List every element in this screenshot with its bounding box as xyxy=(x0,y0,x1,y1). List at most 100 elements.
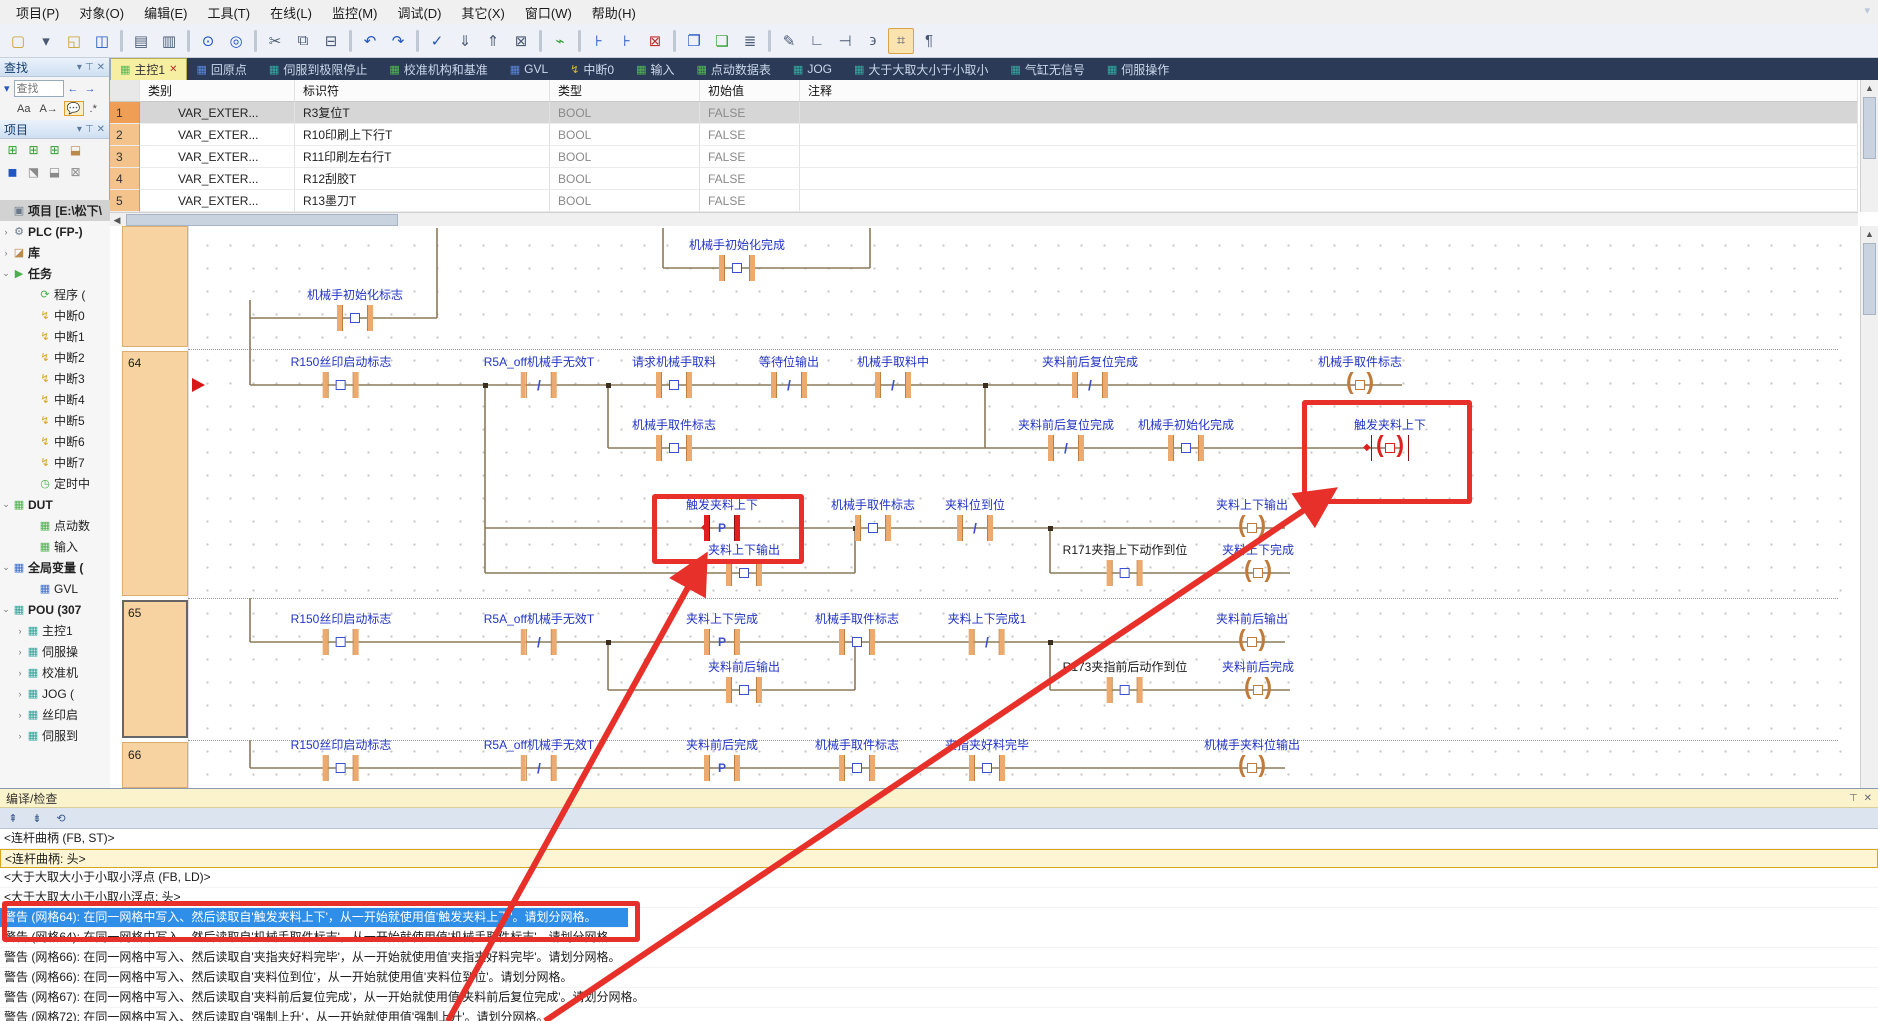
tree-item[interactable]: ⌄ ▦ 全局变量 ( xyxy=(0,557,110,578)
tab-close-icon[interactable]: ✕ xyxy=(169,64,177,75)
message-row[interactable]: <大于大取大小于小取小浮点: 头> xyxy=(0,888,1878,908)
class-cell[interactable]: VAR_EXTER... xyxy=(140,190,295,212)
rung-number[interactable]: 65 xyxy=(128,606,141,620)
class-cell[interactable]: VAR_EXTER... xyxy=(140,124,295,146)
tree-item[interactable]: ⌄ ▦ POU (307 xyxy=(0,599,110,620)
tree-item[interactable]: ⌄ ▶ 任务 xyxy=(0,263,110,284)
tree-expander-icon[interactable]: ⌄ xyxy=(0,562,12,573)
ladder-element[interactable]: 触发夹料上下 xyxy=(686,495,758,541)
menu-item[interactable]: 其它(X) xyxy=(452,0,515,25)
tree-item[interactable]: › ◪ 库 xyxy=(0,242,110,263)
find-icon[interactable]: ⊙ xyxy=(195,28,221,54)
comment-cell[interactable] xyxy=(800,102,1858,124)
tree-item[interactable]: › ▦ 伺服到 xyxy=(0,725,110,746)
tree-expander-icon[interactable]: ⌄ xyxy=(0,499,12,510)
ladder-element[interactable]: 夹料上下完成 xyxy=(1222,540,1294,586)
clear-plc-icon[interactable]: ⊠ xyxy=(508,28,534,54)
ladder-element[interactable]: 机械手取件标志 xyxy=(831,495,915,541)
insert-network-before-icon[interactable]: ⊦ xyxy=(586,28,612,54)
table-row[interactable]: 3 VAR_EXTER... R11印刷左右行T BOOL FALSE xyxy=(110,146,1858,168)
draw-wire-icon[interactable]: ∟ xyxy=(804,28,830,54)
tree-expander-icon[interactable]: › xyxy=(14,710,26,720)
panel-menu-icon[interactable]: ▾ xyxy=(77,62,82,73)
open-project-icon[interactable]: ◱ xyxy=(61,28,87,54)
scroll-up-icon[interactable]: ▲ xyxy=(1861,226,1878,241)
message-row[interactable]: 警告 (网格66): 在同一网格中写入、然后读取自'夹指夹好料完毕'，从一开始就… xyxy=(0,948,1878,968)
sep[interactable] xyxy=(673,30,676,52)
tree-expander-icon[interactable]: › xyxy=(0,227,12,237)
ladder-element[interactable]: 机械手取件标志 xyxy=(1318,352,1402,398)
comment-cell[interactable] xyxy=(800,146,1858,168)
sep[interactable] xyxy=(578,30,581,52)
redo-icon[interactable]: ↷ xyxy=(385,28,411,54)
class-cell[interactable]: VAR_EXTER... xyxy=(140,102,295,124)
tree-item[interactable]: ↯ 中断0 xyxy=(0,305,110,326)
ladder-element[interactable]: 机械手取件标志 xyxy=(815,609,899,655)
tree-item[interactable]: ↯ 中断2 xyxy=(0,347,110,368)
table-row[interactable]: 2 VAR_EXTER... R10印刷上下行T BOOL FALSE xyxy=(110,124,1858,146)
save-icon[interactable]: ◫ xyxy=(89,28,115,54)
document-tab[interactable]: ▦ 气缸无信号 xyxy=(1001,58,1097,80)
rung-block-64[interactable] xyxy=(122,351,188,596)
tree-item[interactable]: ◷ 定时中 xyxy=(0,473,110,494)
message-row[interactable]: 警告 (网格64): 在同一网格中写入、然后读取自'触发夹料上下'，从一开始就使… xyxy=(0,908,628,928)
column-header[interactable]: 类别 xyxy=(140,80,295,102)
find-next-button[interactable]: → xyxy=(83,83,98,95)
class-cell[interactable]: VAR_EXTER... xyxy=(140,146,295,168)
panel-pin-icon[interactable]: ⊤ xyxy=(1849,793,1858,804)
ladder-element[interactable]: 夹料上下完成 xyxy=(686,609,758,655)
scroll-left-icon[interactable]: ◀ xyxy=(110,215,124,226)
menu-item[interactable]: 编辑(E) xyxy=(134,0,197,25)
online-mode-icon[interactable]: ⌁ xyxy=(547,28,573,54)
panel-close-icon[interactable]: ✕ xyxy=(1864,793,1872,804)
add-program-icon[interactable]: ⊞ xyxy=(4,142,21,158)
table-row[interactable]: 5 VAR_EXTER... R13墨刀T BOOL FALSE xyxy=(110,190,1858,212)
import-icon[interactable]: ⬓ xyxy=(67,142,84,158)
tree-expander-icon[interactable]: › xyxy=(14,647,26,657)
tree-item[interactable]: › ▦ JOG ( xyxy=(0,683,110,704)
ladder-element[interactable]: 机械手初始化完成 xyxy=(689,235,785,281)
tree-expander-icon[interactable]: ⌄ xyxy=(0,268,12,279)
delete-network-icon[interactable]: ⊠ xyxy=(642,28,668,54)
type-cell[interactable]: BOOL xyxy=(550,102,700,124)
document-tab[interactable]: ▦ 伺服操作 xyxy=(1098,58,1182,80)
tree-expander-icon[interactable]: › xyxy=(14,668,26,678)
sep[interactable] xyxy=(768,30,771,52)
pou-list-icon[interactable]: ❏ xyxy=(709,28,735,54)
find-in-files-icon[interactable]: ◎ xyxy=(223,28,249,54)
ladder-element[interactable]: 机械手夹料位输出 xyxy=(1204,735,1300,781)
variable-list-icon[interactable]: ≣ xyxy=(737,28,763,54)
upload-from-plc-icon[interactable]: ⇑ xyxy=(480,28,506,54)
comment-cell[interactable] xyxy=(800,124,1858,146)
print-icon[interactable]: ▥ xyxy=(156,28,182,54)
tree-item[interactable]: ↯ 中断3 xyxy=(0,368,110,389)
scrollbar-thumb[interactable] xyxy=(1863,243,1876,315)
search-input[interactable] xyxy=(14,80,64,97)
edit-mode-icon[interactable]: ✎ xyxy=(776,28,802,54)
undo-icon[interactable]: ↶ xyxy=(357,28,383,54)
type-cell[interactable]: BOOL xyxy=(550,168,700,190)
menu-item[interactable]: 对象(O) xyxy=(69,0,134,25)
tree-item[interactable]: ↯ 中断5 xyxy=(0,410,110,431)
tree-item[interactable]: › ⚙ PLC (FP-) xyxy=(0,221,110,242)
ladder-element[interactable]: 请求机械手取料 xyxy=(632,352,716,398)
ladder-element[interactable]: 机械手初始化标志 xyxy=(307,285,403,331)
tree-expander-icon[interactable]: › xyxy=(0,248,12,258)
document-tab[interactable]: ▦ GVL xyxy=(501,58,561,80)
message-row[interactable]: <连杆曲柄 (FB, ST)> xyxy=(0,829,1878,849)
ladder-element[interactable]: R150丝印启动标志 xyxy=(291,352,392,398)
row-number-cell[interactable]: 3 xyxy=(110,146,140,168)
row-number-cell[interactable]: 2 xyxy=(110,124,140,146)
message-row[interactable]: <大于大取大小于小取小浮点 (FB, LD)> xyxy=(0,868,1878,888)
new-pou-icon[interactable]: ◼ xyxy=(4,164,21,180)
sep[interactable] xyxy=(187,30,190,52)
print-preview-icon[interactable]: ▤ xyxy=(128,28,154,54)
cut-pou-icon[interactable]: ⬔ xyxy=(25,164,42,180)
table-row[interactable]: 1 VAR_EXTER... R3复位T BOOL FALSE xyxy=(110,102,1858,124)
panel-close-icon[interactable]: ✕ xyxy=(97,124,105,135)
rung-block-65[interactable] xyxy=(122,600,188,738)
menu-item[interactable]: 调试(D) xyxy=(387,0,451,25)
new-file-dropdown[interactable]: ▾ xyxy=(33,28,59,54)
tree-item[interactable]: › ▦ 校准机 xyxy=(0,662,110,683)
tree-item[interactable]: ▣ 项目 [E:\松下\ xyxy=(0,200,110,221)
